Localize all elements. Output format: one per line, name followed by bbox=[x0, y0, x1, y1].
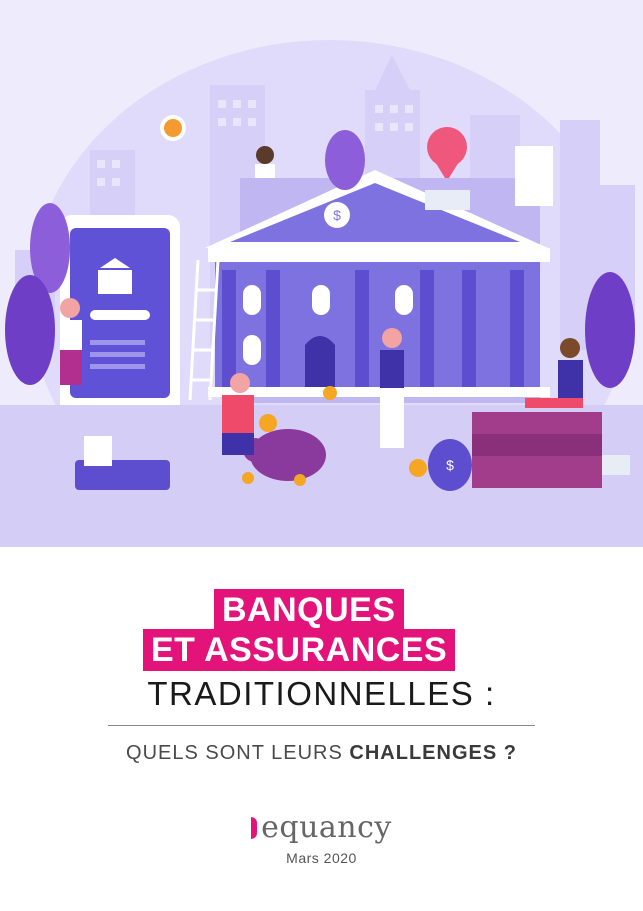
title-line-2: ET ASSURANCES bbox=[143, 629, 456, 671]
report-cover: $ $ BANQUES ET ASSURANCES TRADITIONNELLE… bbox=[0, 0, 643, 911]
subtitle-emphasis: CHALLENGES ? bbox=[349, 742, 517, 764]
title-line-1: BANQUES bbox=[214, 589, 404, 631]
equancy-logo: equancy bbox=[0, 810, 643, 845]
logo-mark-icon bbox=[251, 816, 258, 839]
subtitle-prefix: QUELS SONT LEURS bbox=[126, 742, 350, 764]
svg-text:$: $ bbox=[333, 207, 341, 223]
logo-wordmark: equancy bbox=[261, 810, 392, 845]
title-divider bbox=[108, 725, 535, 726]
svg-text:$: $ bbox=[446, 457, 454, 473]
subtitle: QUELS SONT LEURS CHALLENGES ? bbox=[0, 742, 643, 765]
publication-date: Mars 2020 bbox=[286, 850, 357, 866]
title-line-3: TRADITIONNELLES : bbox=[147, 675, 496, 712]
banking-illustration: $ $ bbox=[0, 0, 643, 547]
